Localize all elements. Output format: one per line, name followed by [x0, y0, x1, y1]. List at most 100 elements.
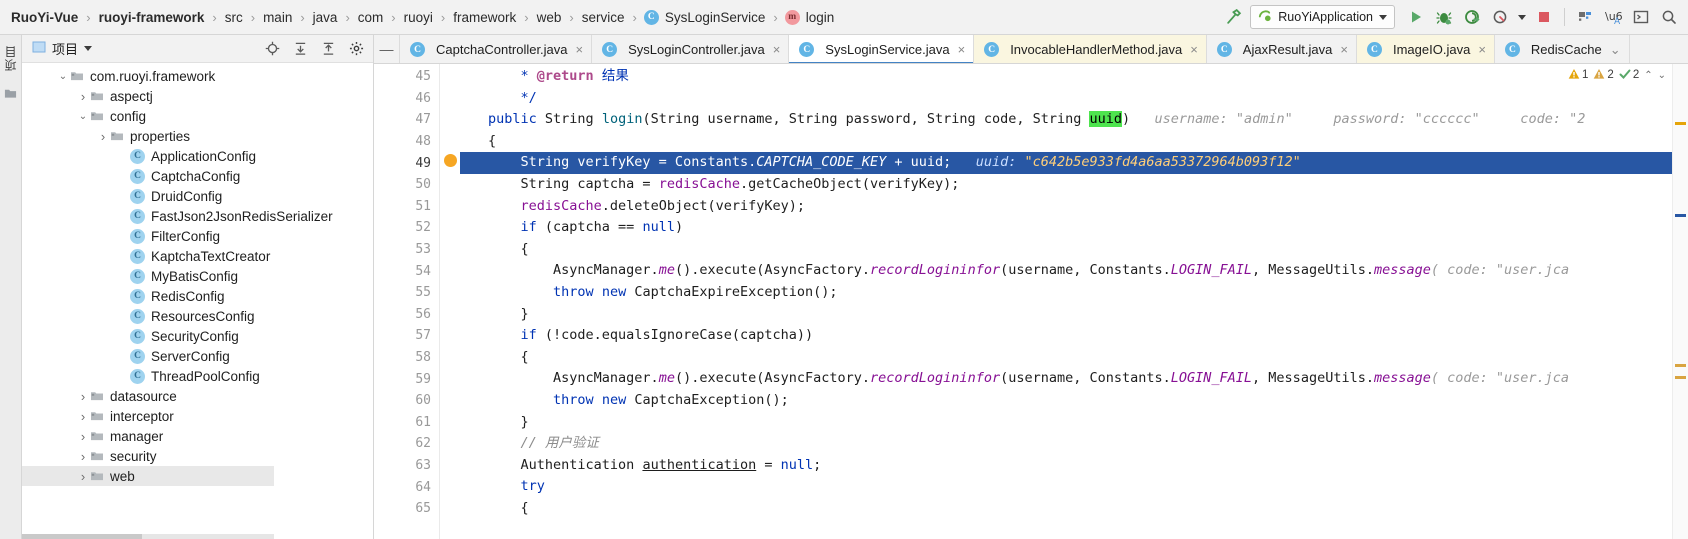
collapse-tabs-icon[interactable]: —	[374, 35, 400, 63]
line-number[interactable]: 58	[374, 347, 450, 369]
breakpoint-slot[interactable]	[440, 194, 460, 216]
expand-all-icon[interactable]	[289, 38, 311, 60]
chevron-down-icon[interactable]: ⌄	[1610, 42, 1621, 58]
line-number[interactable]: 59	[374, 368, 439, 390]
breadcrumb-item-com[interactable]: com	[357, 10, 385, 25]
tree-item-redisconfig[interactable]: C RedisConfig	[22, 286, 373, 306]
breakpoint-slot[interactable]	[440, 64, 460, 86]
search-icon[interactable]	[1656, 4, 1682, 30]
run-icon[interactable]	[1403, 4, 1429, 30]
code-line[interactable]: String captcha = redisCache.getCacheObje…	[460, 174, 1672, 196]
tree-item-securityconfig[interactable]: C SecurityConfig	[22, 326, 373, 346]
inspection-scrollbar[interactable]	[1672, 64, 1688, 539]
code-line[interactable]: * @return 结果	[460, 66, 1672, 88]
breadcrumb-item-login[interactable]: m login	[784, 9, 836, 25]
code-line[interactable]: throw new CaptchaExpireException();	[460, 282, 1672, 304]
project-tree[interactable]: ⌄ com.ruoyi.framework › aspectj ⌄ config › prop…	[22, 63, 373, 539]
translate-icon[interactable]: \u6587 A	[1600, 4, 1626, 30]
code-line[interactable]: Authentication authentication = null;	[460, 455, 1672, 477]
tree-item-interceptor[interactable]: › interceptor	[22, 406, 373, 426]
inspection-marker[interactable]	[1675, 376, 1686, 379]
line-number[interactable]: 57	[374, 325, 439, 347]
code-line[interactable]: {	[460, 498, 1672, 520]
breakpoint-slot[interactable]	[440, 410, 460, 432]
collapse-all-icon[interactable]	[317, 38, 339, 60]
tree-item-filterconfig[interactable]: C FilterConfig	[22, 226, 373, 246]
breadcrumb[interactable]: RuoYi-Vue › ruoyi-framework › src › main › java ›…	[10, 9, 1220, 25]
run-configuration-selector[interactable]: RuoYiApplication	[1250, 5, 1395, 29]
check-count-group[interactable]: 2	[1619, 68, 1639, 83]
inspection-summary-widget[interactable]: 1 2 2 ⌃ ⌄	[1564, 64, 1670, 86]
chevron-right-icon[interactable]: ›	[76, 469, 90, 484]
breakpoint-slot[interactable]	[440, 345, 460, 367]
hammer-icon[interactable]	[1220, 4, 1246, 30]
editor-tab-ajaxresult-java[interactable]: C AjaxResult.java ×	[1207, 35, 1357, 63]
breakpoint-slot[interactable]	[440, 107, 460, 129]
warning-count-group[interactable]: 1	[1568, 68, 1588, 83]
tree-item-web[interactable]: › web	[22, 466, 274, 486]
breadcrumb-item-web[interactable]: web	[536, 10, 563, 25]
breakpoint-slot[interactable]	[440, 129, 460, 151]
source-code[interactable]: * @return 结果 */ public String login(Strin…	[460, 64, 1672, 539]
tree-item-mybatisconfig[interactable]: C MyBatisConfig	[22, 266, 373, 286]
code-line[interactable]: // 用户验证	[460, 433, 1672, 455]
breakpoint-slot[interactable]	[440, 280, 460, 302]
tree-item-captchaconfig[interactable]: C CaptchaConfig	[22, 166, 373, 186]
breadcrumb-item-sysloginservice[interactable]: C SysLoginService	[643, 9, 767, 25]
chevron-right-icon[interactable]: ›	[76, 389, 90, 404]
breakpoint-slot[interactable]	[440, 431, 460, 453]
line-number[interactable]: 45	[374, 66, 439, 88]
chevron-right-icon[interactable]: ›	[76, 449, 90, 464]
code-line[interactable]: if (!code.equalsIgnoreCase(captcha))	[460, 325, 1672, 347]
stop-icon[interactable]	[1531, 4, 1557, 30]
line-number[interactable]: 64	[374, 476, 439, 498]
breadcrumb-item-src[interactable]: src	[224, 10, 244, 25]
code-line[interactable]: try	[460, 476, 1672, 498]
line-number[interactable]: 62	[374, 433, 439, 455]
breakpoint-icon[interactable]	[444, 154, 457, 168]
tree-item-aspectj[interactable]: › aspectj	[22, 86, 373, 106]
next-problem-icon[interactable]: ⌄	[1658, 70, 1666, 81]
close-icon[interactable]: ×	[1190, 42, 1198, 57]
breadcrumb-item-ruoyi-framework[interactable]: ruoyi-framework	[98, 10, 206, 25]
chevron-right-icon[interactable]: ›	[96, 129, 110, 144]
breadcrumb-item-main[interactable]: main	[262, 10, 293, 25]
breakpoint-slot[interactable]	[440, 496, 460, 518]
folder-icon[interactable]	[4, 87, 17, 103]
close-icon[interactable]: ×	[958, 42, 966, 57]
line-number[interactable]: 47	[374, 109, 439, 131]
code-line[interactable]: if (captcha == null)	[460, 217, 1672, 239]
profiler-dropdown-icon[interactable]	[1515, 4, 1529, 30]
tree-item-com-ruoyi-framework[interactable]: ⌄ com.ruoyi.framework	[22, 66, 373, 86]
chevron-right-icon[interactable]: ›	[76, 89, 90, 104]
breakpoint-slot[interactable]	[440, 150, 460, 172]
code-line[interactable]: throw new CaptchaException();	[460, 390, 1672, 412]
breadcrumb-item-framework[interactable]: framework	[452, 10, 517, 25]
chevron-right-icon[interactable]: ›	[76, 409, 90, 424]
code-line[interactable]: public String login(String username, Str…	[460, 109, 1672, 131]
line-number[interactable]: 54	[374, 260, 439, 282]
line-number[interactable]: 48	[374, 131, 450, 153]
breakpoint-slot[interactable]	[440, 237, 460, 259]
code-line[interactable]: {	[460, 239, 1672, 261]
line-number[interactable]: 53	[374, 239, 450, 261]
code-line[interactable]: */	[460, 88, 1672, 110]
tree-item-security[interactable]: › security	[22, 446, 373, 466]
breadcrumb-item-java[interactable]: java	[312, 10, 339, 25]
inspection-marker[interactable]	[1675, 122, 1686, 125]
tree-item-datasource[interactable]: › datasource	[22, 386, 373, 406]
line-number[interactable]: 61	[374, 412, 450, 434]
breakpoint-slot[interactable]	[440, 86, 460, 108]
tree-item-properties[interactable]: › properties	[22, 126, 373, 146]
editor-tab-sysloginservice-java[interactable]: C SysLoginService.java ×	[789, 35, 975, 63]
breadcrumb-item-ruoyi[interactable]: ruoyi	[403, 10, 434, 25]
breakpoint-column[interactable]	[440, 64, 460, 539]
tree-item-manager[interactable]: › manager	[22, 426, 373, 446]
project-panel-caret[interactable]	[84, 46, 93, 51]
services-icon[interactable]	[1572, 4, 1598, 30]
chevron-down-icon[interactable]	[1379, 14, 1387, 20]
breadcrumb-item-ruoyi-vue[interactable]: RuoYi-Vue	[10, 10, 79, 25]
inspection-marker[interactable]	[1675, 364, 1686, 367]
breakpoint-slot[interactable]	[440, 453, 460, 475]
line-number[interactable]: 65	[374, 498, 439, 520]
